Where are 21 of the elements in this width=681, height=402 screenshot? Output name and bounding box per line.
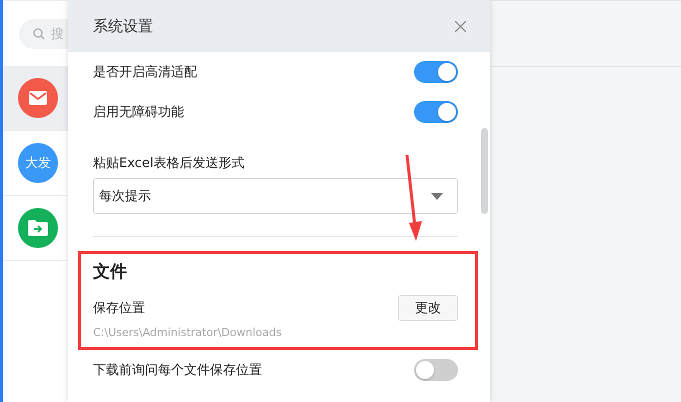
search-icon: [33, 28, 45, 40]
close-button[interactable]: [453, 18, 468, 34]
toggle-switch[interactable]: [414, 61, 458, 83]
toggle-switch[interactable]: [414, 101, 458, 123]
setting-label: 保存位置: [93, 300, 145, 317]
setting-label: 启用无障碍功能: [93, 104, 184, 121]
caret-icon: [431, 192, 443, 200]
change-button[interactable]: 更改: [398, 295, 458, 321]
avatar-label: 大发: [25, 155, 51, 172]
setting-label: 下载前询问每个文件保存位置: [93, 362, 262, 379]
folder-icon: [28, 220, 48, 236]
envelope-icon: [29, 91, 47, 105]
close-icon: [455, 20, 466, 32]
toggle-switch[interactable]: [414, 359, 458, 381]
dropdown-select[interactable]: 每次提示: [93, 178, 458, 214]
setting-label: 是否开启高清适配: [93, 64, 197, 81]
section-title: 文件: [93, 261, 128, 283]
dialog-title: 系统设置: [93, 16, 153, 36]
folder-path: C:\Users\Administrator\Downloads: [93, 326, 283, 339]
scrollbar[interactable]: [481, 128, 488, 214]
setting-label: 粘贴Excel表格后发送形式: [93, 155, 246, 172]
